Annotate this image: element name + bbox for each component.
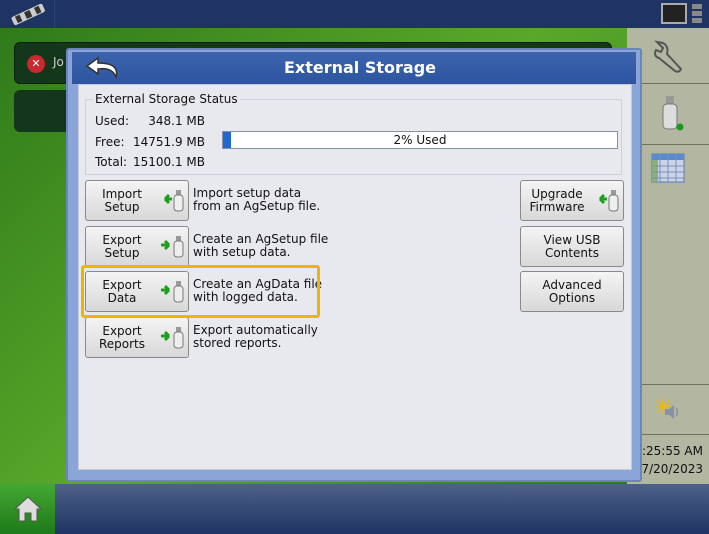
import-setup-button[interactable]: Import Setup <box>85 180 189 221</box>
view-usb-contents-button[interactable]: View USB Contents <box>520 226 624 267</box>
button-label: View USB Contents <box>543 232 601 260</box>
usb-export-icon <box>158 235 188 259</box>
home-button[interactable] <box>0 484 55 534</box>
highlight-box <box>81 265 320 318</box>
export-setup-button[interactable]: Export Setup <box>85 226 189 267</box>
usb-drive-icon <box>662 96 684 131</box>
bottom-bar <box>0 484 709 534</box>
total-label: Total: <box>95 155 128 169</box>
wrench-icon <box>654 40 683 73</box>
usb-import-icon <box>158 189 188 213</box>
brightness-volume-icon <box>655 398 679 419</box>
table-icon <box>651 153 685 183</box>
usb-import-icon <box>593 189 623 213</box>
button-description: Import setup data from an AgSetup file. <box>193 186 321 213</box>
upgrade-firmware-button[interactable]: Upgrade Firmware <box>520 180 624 221</box>
usage-bar: 2% Used <box>222 131 618 149</box>
secondary-panel[interactable] <box>14 90 74 132</box>
home-icon <box>13 496 42 522</box>
usb-export-icon <box>158 326 188 350</box>
usage-text: 2% Used <box>393 133 447 147</box>
satellite-gps-icon[interactable] <box>8 2 48 26</box>
total-value: 15100.1 MB <box>132 155 205 169</box>
error-icon: ✕ <box>27 55 45 73</box>
job-label: Jo <box>53 55 64 69</box>
usage-bar-fill <box>223 132 231 148</box>
button-label: Import Setup <box>102 186 142 214</box>
free-value: 14751.9 MB <box>132 135 205 149</box>
storage-status-label: External Storage Status <box>93 92 240 106</box>
used-label: Used: <box>95 114 130 128</box>
button-label: Upgrade Firmware <box>529 186 585 214</box>
export-reports-button[interactable]: Export Reports <box>85 317 189 358</box>
dialog-title-bar: External Storage <box>72 52 636 84</box>
free-label: Free: <box>95 135 125 149</box>
used-value: 348.1 MB <box>148 114 205 128</box>
button-description: Create an AgSetup file with setup data. <box>193 232 329 259</box>
button-description: Export automatically stored reports. <box>193 323 318 350</box>
top-bar <box>0 0 709 28</box>
button-label: Export Setup <box>102 232 142 260</box>
advanced-options-button[interactable]: Advanced Options <box>520 271 624 312</box>
display-layout-icon[interactable] <box>660 2 706 26</box>
button-label: Advanced Options <box>542 277 602 305</box>
button-label: Export Reports <box>98 323 146 351</box>
dialog-title: External Storage <box>283 58 437 77</box>
